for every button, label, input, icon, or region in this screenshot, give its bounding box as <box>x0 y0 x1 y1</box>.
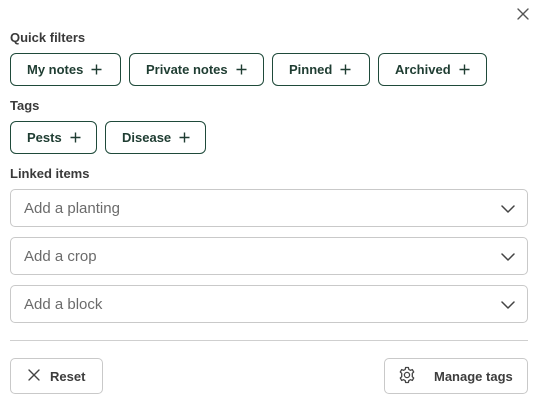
plus-icon <box>236 64 247 75</box>
quick-filters-heading: Quick filters <box>10 30 86 45</box>
chip-private-notes[interactable]: Private notes <box>129 53 264 86</box>
chevron-down-icon <box>501 296 515 313</box>
planting-placeholder: Add a planting <box>24 199 120 217</box>
chip-label: Archived <box>395 62 451 77</box>
chip-label: Pinned <box>289 62 333 77</box>
gear-icon <box>398 366 416 387</box>
tags-row: Pests Disease <box>10 121 206 154</box>
plus-icon <box>91 64 102 75</box>
chevron-down-icon <box>501 200 515 217</box>
tags-heading: Tags <box>10 98 40 113</box>
chip-pests[interactable]: Pests <box>10 121 97 154</box>
crop-placeholder: Add a crop <box>24 247 97 265</box>
manage-tags-label: Manage tags <box>434 368 513 384</box>
manage-tags-button[interactable]: Manage tags <box>384 358 528 394</box>
planting-select[interactable]: Add a planting <box>10 189 528 227</box>
chip-archived[interactable]: Archived <box>378 53 487 86</box>
chip-label: Pests <box>27 130 62 145</box>
reset-label: Reset <box>50 368 86 384</box>
chip-my-notes[interactable]: My notes <box>10 53 121 86</box>
x-icon <box>28 368 40 384</box>
linked-items-heading: Linked items <box>10 166 90 181</box>
chip-label: Disease <box>122 130 172 145</box>
quick-filters-row: My notes Private notes Pinned Archived <box>10 53 487 86</box>
footer-divider <box>10 340 528 341</box>
plus-icon <box>70 132 81 143</box>
chip-disease[interactable]: Disease <box>105 121 206 154</box>
chevron-down-icon <box>501 248 515 265</box>
block-select[interactable]: Add a block <box>10 285 528 323</box>
close-button[interactable] <box>513 4 533 24</box>
chip-label: My notes <box>27 62 84 77</box>
plus-icon <box>340 64 351 75</box>
reset-button[interactable]: Reset <box>10 358 103 394</box>
plus-icon <box>459 64 470 75</box>
chip-label: Private notes <box>146 62 228 77</box>
block-placeholder: Add a block <box>24 295 103 313</box>
plus-icon <box>179 132 190 143</box>
chip-pinned[interactable]: Pinned <box>272 53 370 86</box>
crop-select[interactable]: Add a crop <box>10 237 528 275</box>
close-icon <box>517 8 529 20</box>
